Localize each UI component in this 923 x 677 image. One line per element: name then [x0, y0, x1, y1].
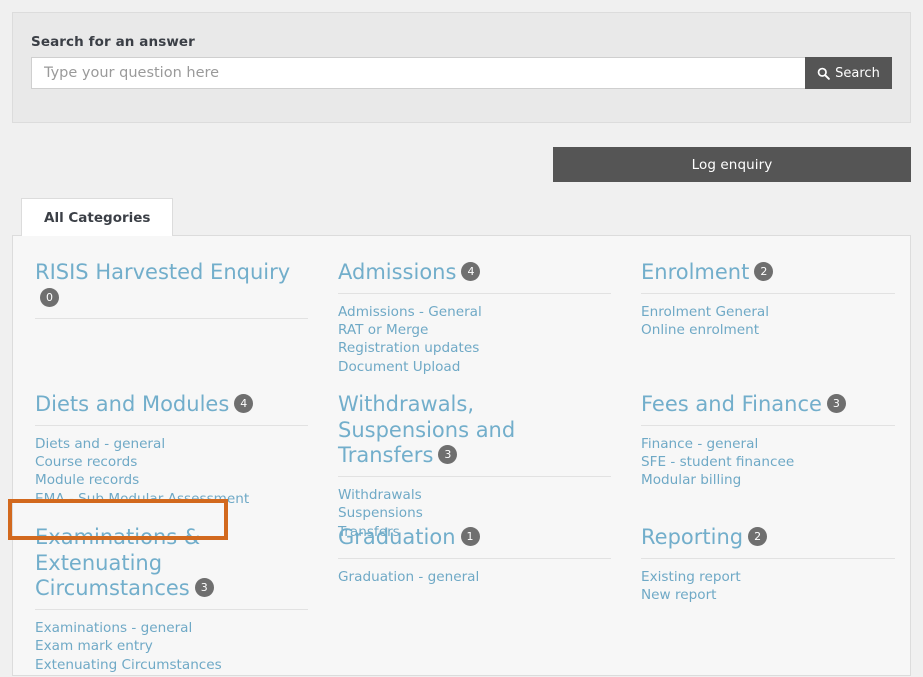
category-fees-and-finance: Fees and Finance 3 Finance - general SFE … — [627, 392, 910, 525]
category-link[interactable]: Suspensions — [338, 504, 611, 522]
faq-categories-page: Search for an answer Search Log enquiry … — [0, 0, 923, 677]
search-panel-label: Search for an answer — [31, 34, 195, 50]
category-title[interactable]: Examinations & Extenuating Circumstances… — [35, 525, 308, 602]
category-admissions: Admissions 4 Admissions - General RAT or … — [324, 260, 627, 392]
category-link[interactable]: Examinations - general — [35, 619, 308, 637]
category-title[interactable]: Diets and Modules 4 — [35, 392, 308, 418]
divider — [641, 292, 895, 294]
category-reporting: Reporting 2 Existing report New report — [627, 525, 910, 658]
search-panel: Search for an answer Search — [12, 12, 911, 123]
categories-section: All Categories RISIS Harvested Enquiry 0 … — [12, 198, 911, 677]
category-count-badge: 3 — [194, 578, 214, 598]
search-button-label: Search — [835, 65, 880, 81]
category-link-list: Diets and - general Course records Modul… — [35, 435, 308, 509]
divider — [338, 557, 611, 559]
category-title-text: Graduation — [338, 525, 456, 549]
category-row-2: Diets and Modules 4 Diets and - general C… — [21, 392, 895, 540]
category-diets-and-modules: Diets and Modules 4 Diets and - general C… — [21, 392, 324, 525]
divider — [35, 608, 308, 610]
category-link[interactable]: Enrolment General — [641, 303, 895, 321]
category-link-list: Finance - general SFE - student financee… — [641, 435, 895, 490]
category-row-3: Examinations & Extenuating Circumstances… — [21, 525, 895, 673]
category-count-badge: 4 — [461, 262, 481, 281]
category-title[interactable]: RISIS Harvested Enquiry 0 — [35, 260, 308, 311]
category-count-badge: 3 — [438, 445, 458, 465]
category-title-text: Examinations & Extenuating Circumstances — [35, 525, 201, 601]
category-title[interactable]: Fees and Finance 3 — [641, 392, 895, 418]
search-row: Search — [31, 57, 892, 89]
category-link[interactable]: Existing report — [641, 568, 895, 586]
category-link[interactable]: Module records — [35, 471, 308, 489]
category-link-ema-sub-modular-assessment[interactable]: EMA - Sub Modular Assessment — [35, 490, 308, 508]
divider — [35, 424, 308, 426]
category-title[interactable]: Admissions 4 — [338, 260, 611, 286]
category-count-badge: 2 — [754, 262, 774, 281]
category-link[interactable]: Modular billing — [641, 471, 895, 489]
category-link[interactable]: Extenuating Circumstances — [35, 656, 308, 674]
category-link-list: Examinations - general Exam mark entry E… — [35, 619, 308, 674]
category-link[interactable]: Online enrolment — [641, 321, 895, 339]
category-link[interactable]: Finance - general — [641, 435, 895, 453]
category-title[interactable]: Enrolment 2 — [641, 260, 895, 286]
category-graduation: Graduation 1 Graduation - general — [324, 525, 627, 658]
category-title[interactable]: Reporting 2 — [641, 525, 895, 551]
category-examinations-extenuating-circumstances: Examinations & Extenuating Circumstances… — [21, 525, 324, 673]
category-link[interactable]: Registration updates — [338, 339, 611, 357]
category-risis-harvested-enquiry: RISIS Harvested Enquiry 0 — [21, 260, 324, 392]
divider — [35, 318, 308, 320]
category-link[interactable]: Diets and - general — [35, 435, 308, 453]
category-count-badge: 4 — [234, 394, 254, 413]
category-count-badge: 3 — [826, 394, 846, 413]
category-count-badge: 1 — [460, 527, 480, 546]
category-link[interactable]: New report — [641, 586, 895, 604]
log-enquiry-button[interactable]: Log enquiry — [553, 147, 911, 182]
search-icon — [817, 67, 830, 80]
category-link[interactable]: Graduation - general — [338, 568, 611, 586]
divider — [641, 424, 895, 426]
category-withdrawals-suspensions-transfers: Withdrawals, Suspensions and Transfers 3 … — [324, 392, 627, 540]
category-title[interactable]: Graduation 1 — [338, 525, 611, 551]
category-link[interactable]: Withdrawals — [338, 486, 611, 504]
category-title[interactable]: Withdrawals, Suspensions and Transfers 3 — [338, 392, 611, 469]
category-row-1: RISIS Harvested Enquiry 0 Admissions 4 Adm… — [21, 260, 895, 392]
category-link[interactable]: Course records — [35, 453, 308, 471]
category-link[interactable]: RAT or Merge — [338, 321, 611, 339]
category-count-badge: 2 — [748, 527, 768, 546]
category-link[interactable]: SFE - student financee — [641, 453, 895, 471]
category-title-text: Reporting — [641, 525, 744, 549]
category-link-list: Graduation - general — [338, 568, 611, 586]
category-title-text: Diets and Modules — [35, 392, 230, 416]
category-link[interactable]: Admissions - General — [338, 303, 611, 321]
category-link-list: Enrolment General Online enrolment — [641, 303, 895, 340]
category-title-text: Enrolment — [641, 260, 750, 284]
tab-panel-all-categories: RISIS Harvested Enquiry0 Admissions 4 Adm… — [12, 236, 911, 676]
category-link[interactable]: Exam mark entry — [35, 637, 308, 655]
category-link-list: Existing report New report — [641, 568, 895, 605]
search-button[interactable]: Search — [805, 57, 892, 89]
category-count-badge: 0 — [40, 287, 59, 307]
category-link-list: Admissions - General RAT or Merge Regist… — [338, 303, 611, 377]
category-title-text: Withdrawals, Suspensions and Transfers — [338, 392, 516, 468]
divider — [338, 292, 611, 294]
category-title-text: Admissions — [338, 260, 457, 284]
category-link[interactable]: Document Upload — [338, 358, 611, 376]
tab-bar: All Categories — [12, 198, 911, 237]
category-title-text: Fees and Finance — [641, 392, 822, 416]
search-input[interactable] — [31, 57, 805, 89]
tab-all-categories[interactable]: All Categories — [21, 198, 174, 237]
category-title-text: RISIS Harvested Enquiry — [35, 260, 291, 284]
divider — [641, 557, 895, 559]
divider — [338, 475, 611, 477]
category-enrolment: Enrolment 2 Enrolment General Online enro… — [627, 260, 910, 392]
